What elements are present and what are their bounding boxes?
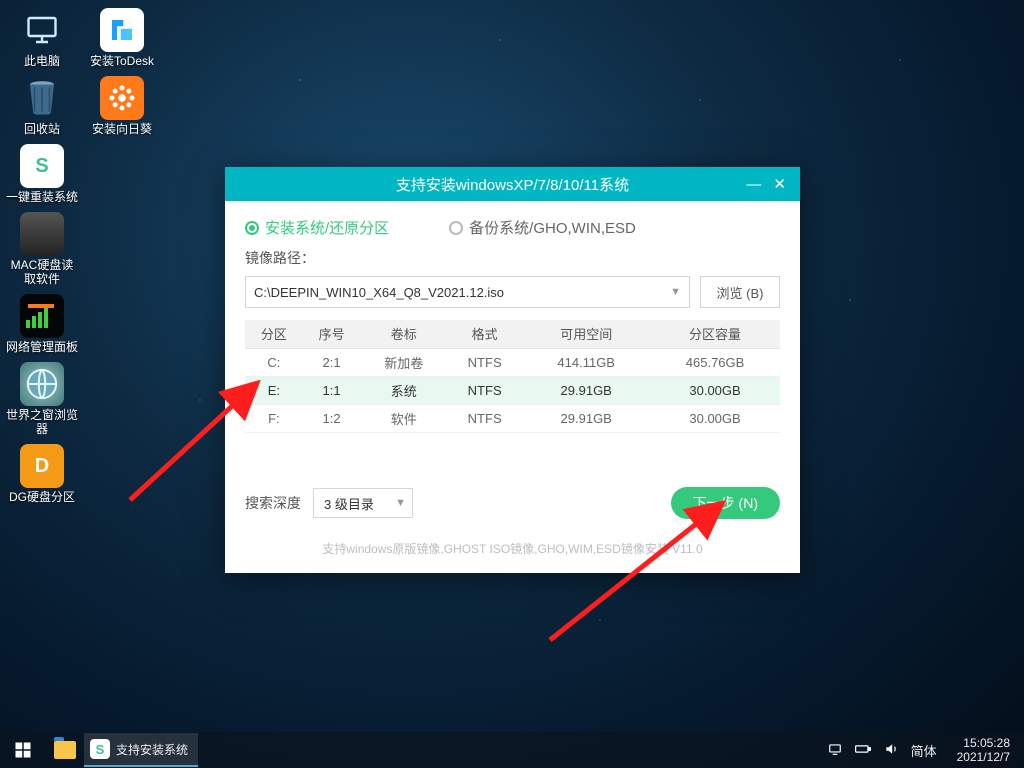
desktop-icons-col1: 此电脑 回收站 S 一键重装系统 MAC硬盘读 取软件 网络管理面板 世界之窗浏… (0, 0, 84, 520)
col-total[interactable]: 分区容量 (650, 320, 780, 348)
tab-label: 备份系统/GHO,WIN,ESD (469, 217, 636, 238)
desktop-icon-label: 安装ToDesk (90, 54, 154, 68)
desktop-icon-label: 回收站 (24, 122, 60, 136)
radio-icon (449, 221, 463, 235)
image-path-combo[interactable]: C:\DEEPIN_WIN10_X64_Q8_V2021.12.iso ▼ (245, 276, 690, 308)
table-row[interactable]: C:2:1新加卷NTFS414.11GB465.76GB (245, 348, 780, 376)
col-partition[interactable]: 分区 (245, 320, 303, 348)
taskbar-explorer[interactable] (46, 732, 84, 768)
cell-idx: 2:1 (303, 348, 361, 376)
desktop-icon-theworld-browser[interactable]: 世界之窗浏览 器 (4, 362, 80, 436)
sunflower-icon (100, 76, 144, 120)
cell-part: C: (245, 348, 303, 376)
cell-label: 软件 (360, 404, 447, 432)
cell-free: 29.91GB (522, 404, 650, 432)
desktop-icon-label: DG硬盘分区 (9, 490, 75, 504)
cell-fs: NTFS (447, 376, 522, 404)
radio-icon (245, 221, 259, 235)
col-label[interactable]: 卷标 (360, 320, 447, 348)
partition-table: 分区 序号 卷标 格式 可用空间 分区容量 C:2:1新加卷NTFS414.11… (245, 320, 780, 433)
cell-label: 系统 (360, 376, 447, 404)
desktop-icon-net-panel[interactable]: 网络管理面板 (4, 294, 80, 354)
cell-part: E: (245, 376, 303, 404)
apple-icon (20, 212, 64, 256)
desktop-icon-mac-disk[interactable]: MAC硬盘读 取软件 (4, 212, 80, 286)
browse-button[interactable]: 浏览 (B) (700, 276, 780, 308)
desktop-icon-label: 此电脑 (24, 54, 60, 68)
desktop-icon-label: MAC硬盘读 取软件 (11, 258, 74, 286)
cell-fs: NTFS (447, 404, 522, 432)
footer-text: 支持windows原版镜像,GHOST ISO镜像,GHO,WIM,ESD镜像安… (225, 540, 800, 557)
cell-label: 新加卷 (360, 348, 447, 376)
trash-icon (20, 76, 64, 120)
taskbar: S 支持安装系统 简体 15:05:28 2021/12/7 (0, 732, 1024, 768)
tab-backup[interactable]: 备份系统/GHO,WIN,ESD (449, 217, 636, 238)
search-depth-label: 搜索深度 (245, 493, 301, 513)
col-index[interactable]: 序号 (303, 320, 361, 348)
col-fs[interactable]: 格式 (447, 320, 522, 348)
mode-tabs: 安装系统/还原分区 备份系统/GHO,WIN,ESD (225, 201, 800, 244)
dg-icon: D (20, 444, 64, 488)
todesk-icon (100, 8, 144, 52)
tray-time: 15:05:28 (957, 736, 1010, 750)
minimize-button[interactable]: ― (746, 176, 761, 193)
image-path-value: C:\DEEPIN_WIN10_X64_Q8_V2021.12.iso (254, 285, 504, 300)
desktop-icon-label: 网络管理面板 (6, 340, 78, 354)
desktop-icon-recycle-bin[interactable]: 回收站 (4, 76, 80, 136)
table-row[interactable]: F:1:2软件NTFS29.91GB30.00GB (245, 404, 780, 432)
search-depth-select[interactable]: 3 级目录 ▼ (313, 488, 413, 518)
tray-battery-icon[interactable] (855, 742, 871, 759)
close-button[interactable]: ✕ (773, 175, 786, 193)
cell-free: 29.91GB (522, 376, 650, 404)
col-free[interactable]: 可用空间 (522, 320, 650, 348)
taskbar-app-installer[interactable]: S 支持安装系统 (84, 733, 198, 767)
pc-icon (20, 8, 64, 52)
cell-free: 414.11GB (522, 348, 650, 376)
taskbar-app-label: 支持安装系统 (116, 741, 188, 758)
tab-label: 安装系统/还原分区 (265, 217, 389, 238)
cell-total: 30.00GB (650, 376, 780, 404)
chevron-down-icon: ▼ (395, 497, 406, 509)
table-header-row: 分区 序号 卷标 格式 可用空间 分区容量 (245, 320, 780, 348)
cell-idx: 1:1 (303, 376, 361, 404)
tray-date: 2021/12/7 (957, 750, 1010, 764)
titlebar[interactable]: 支持安装windowsXP/7/8/10/11系统 ― ✕ (225, 167, 800, 201)
desktop-icon-todesk[interactable]: 安装ToDesk (84, 8, 160, 68)
tab-install-restore[interactable]: 安装系统/还原分区 (245, 217, 389, 238)
desktop-icon-sunflower[interactable]: 安装向日葵 (84, 76, 160, 136)
desktop-icon-reinstall[interactable]: S 一键重装系统 (4, 144, 80, 204)
start-button[interactable] (0, 732, 46, 768)
tray-network-icon[interactable] (827, 742, 843, 759)
reinstall-icon: S (20, 144, 64, 188)
globe-icon (20, 362, 64, 406)
desktop-icon-pc[interactable]: 此电脑 (4, 8, 80, 68)
cell-total: 465.76GB (650, 348, 780, 376)
chevron-down-icon: ▼ (670, 286, 681, 298)
cell-total: 30.00GB (650, 404, 780, 432)
cell-fs: NTFS (447, 348, 522, 376)
table-row[interactable]: E:1:1系统NTFS29.91GB30.00GB (245, 376, 780, 404)
desktop-icons-col2: 安装ToDesk 安装向日葵 (80, 0, 164, 152)
app-icon: S (90, 739, 110, 759)
path-label: 镜像路径： (225, 244, 800, 276)
cell-part: F: (245, 404, 303, 432)
network-panel-icon (20, 294, 64, 338)
folder-icon (54, 741, 76, 759)
desktop-icon-label: 安装向日葵 (92, 122, 152, 136)
cell-idx: 1:2 (303, 404, 361, 432)
search-depth-value: 3 级目录 (324, 494, 374, 513)
tray-volume-icon[interactable] (883, 742, 899, 759)
desktop-icon-label: 一键重装系统 (6, 190, 78, 204)
system-tray: 简体 15:05:28 2021/12/7 (827, 736, 1024, 764)
window-title: 支持安装windowsXP/7/8/10/11系统 (396, 174, 629, 195)
desktop-icon-dg-partition[interactable]: D DG硬盘分区 (4, 444, 80, 504)
tray-ime[interactable]: 简体 (911, 741, 937, 760)
tray-clock[interactable]: 15:05:28 2021/12/7 (949, 736, 1018, 764)
desktop-icon-label: 世界之窗浏览 器 (6, 408, 78, 436)
next-button[interactable]: 下一步 (N) (671, 487, 780, 519)
installer-window: 支持安装windowsXP/7/8/10/11系统 ― ✕ 安装系统/还原分区 … (225, 167, 800, 573)
